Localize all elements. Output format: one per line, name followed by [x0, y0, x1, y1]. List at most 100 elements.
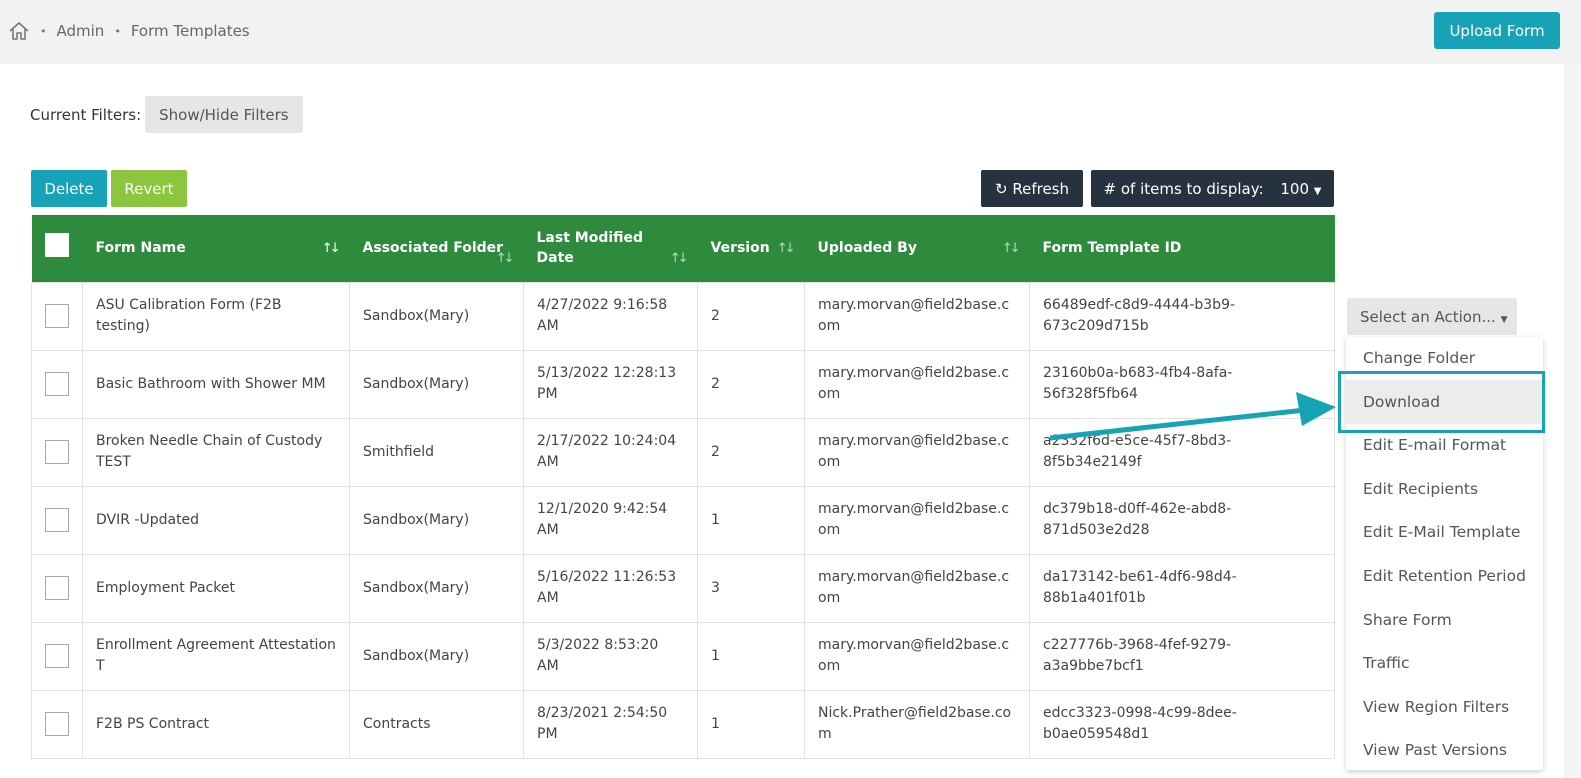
row-select-cell — [31, 553, 83, 623]
cell-date: 5/3/2022 8:53:20 AM — [523, 621, 698, 691]
cell-name: Basic Bathroom with Shower MM — [82, 349, 350, 419]
column-header-uploaded-by[interactable]: Uploaded By ↑↓ — [805, 215, 1030, 282]
table-row[interactable]: F2B PS Contract Contracts 8/23/2021 2:54:5… — [31, 689, 1335, 759]
breadcrumb-admin[interactable]: Admin — [57, 22, 105, 40]
column-label: Form Name — [95, 240, 186, 257]
home-icon[interactable] — [8, 20, 30, 42]
upload-form-button[interactable]: Upload Form — [1434, 12, 1560, 49]
row-checkbox[interactable] — [45, 304, 69, 328]
cell-version: 2 — [697, 349, 805, 419]
menu-item-traffic[interactable]: Traffic — [1346, 641, 1543, 685]
caret-down-icon: ▼ — [1313, 185, 1322, 197]
select-all-cell — [32, 215, 83, 282]
sort-icon[interactable]: ↑↓ — [670, 249, 689, 269]
cell-date: 5/13/2022 12:28:13 PM — [523, 349, 698, 419]
row-checkbox[interactable] — [45, 576, 69, 600]
menu-item-view-region-filters[interactable]: View Region Filters — [1346, 685, 1543, 729]
row-checkbox[interactable] — [45, 440, 69, 464]
cell-id: dc379b18-d0ff-462e-abd8-871d503e2d28 — [1029, 485, 1335, 555]
pointer-arrow-icon — [1049, 392, 1336, 441]
column-label: Associated Folder — [362, 240, 504, 257]
cell-version: 1 — [697, 485, 805, 555]
column-label: Version — [710, 240, 770, 257]
breadcrumb-separator: • — [114, 24, 121, 38]
filters-bar: Current Filters: Show/Hide Filters — [30, 96, 303, 133]
cell-folder: Sandbox(Mary) — [349, 349, 524, 419]
items-to-display-dropdown[interactable]: # of items to display: 100 ▼ — [1091, 170, 1334, 207]
form-templates-table: Form Name ↑↓ Associated Folder ↑↓ Last Mod… — [31, 215, 1335, 759]
row-select-cell — [31, 349, 83, 419]
cell-folder: Smithfield — [349, 417, 524, 487]
cell-date: 2/17/2022 10:24:04 AM — [523, 417, 698, 487]
row-checkbox[interactable] — [45, 712, 69, 736]
menu-item-edit-retention-period[interactable]: Edit Retention Period — [1346, 554, 1543, 598]
cell-by: mary.morvan@field2base.c om — [804, 349, 1030, 419]
show-hide-filters-button[interactable]: Show/Hide Filters — [145, 96, 303, 133]
cell-version: 1 — [697, 689, 805, 759]
select-all-checkbox[interactable] — [44, 233, 69, 258]
sort-icon[interactable]: ↑↓ — [322, 239, 341, 259]
refresh-label: Refresh — [1012, 179, 1069, 198]
cell-by: mary.morvan@field2base.c om — [804, 417, 1030, 487]
row-checkbox[interactable] — [45, 508, 69, 532]
row-select-cell — [31, 621, 83, 691]
column-header-form-template-id[interactable]: Form Template ID — [1030, 215, 1335, 282]
cell-id: edcc3323-0998-4c99-8dee-b0ae059548d1 — [1029, 689, 1335, 759]
refresh-button[interactable]: ↻ Refresh — [981, 170, 1083, 207]
table-row[interactable]: DVIR -Updated Sandbox(Mary) 12/1/2020 9:42… — [31, 485, 1335, 555]
sort-icon[interactable]: ↑↓ — [496, 249, 515, 269]
scrollbar[interactable] — [1564, 64, 1581, 778]
row-select-cell — [31, 281, 83, 351]
cell-by: mary.morvan@field2base.c om — [804, 553, 1030, 623]
cell-name: Broken Needle Chain of Custody TEST — [82, 417, 350, 487]
cell-name: Employment Packet — [82, 553, 350, 623]
menu-item-edit-recipients[interactable]: Edit Recipients — [1346, 467, 1543, 511]
breadcrumb-separator: • — [40, 24, 47, 38]
cell-folder: Sandbox(Mary) — [349, 621, 524, 691]
cell-name: DVIR -Updated — [82, 485, 350, 555]
items-label: # of items to display: — [1103, 179, 1264, 198]
cell-folder: Contracts — [349, 689, 524, 759]
column-header-last-modified-date[interactable]: Last Modified Date ↑↓ — [524, 215, 698, 282]
row-select-cell — [31, 417, 83, 487]
sort-icon[interactable]: ↑↓ — [1002, 239, 1021, 259]
refresh-icon: ↻ — [994, 179, 1008, 198]
column-header-associated-folder[interactable]: Associated Folder ↑↓ — [350, 215, 524, 282]
column-label: Uploaded By — [817, 240, 917, 257]
table-row[interactable]: Employment Packet Sandbox(Mary) 5/16/2022 … — [31, 553, 1335, 623]
cell-name: ASU Calibration Form (F2B testing) — [82, 281, 350, 351]
cell-by: Nick.Prather@field2base.co m — [804, 689, 1030, 759]
column-header-version[interactable]: Version ↑↓ — [698, 215, 805, 282]
top-bar: • Admin • Form Templates Upload Form — [0, 0, 1581, 64]
menu-item-edit-e-mail-template[interactable]: Edit E-Mail Template — [1346, 510, 1543, 554]
items-value: 100 — [1280, 179, 1310, 198]
menu-item-share-form[interactable]: Share Form — [1346, 598, 1543, 642]
cell-id: c227776b-3968-4fef-9279-a3a9bbe7bcf1 — [1029, 621, 1335, 691]
select-action-label: Select an Action... — [1360, 307, 1496, 326]
row-select-cell — [31, 485, 83, 555]
table-row[interactable]: Enrollment Agreement Attestation T Sandbo… — [31, 621, 1335, 691]
sort-icon[interactable]: ↑↓ — [777, 239, 796, 259]
cell-name: Enrollment Agreement Attestation T — [82, 621, 350, 691]
cell-name: F2B PS Contract — [82, 689, 350, 759]
cell-folder: Sandbox(Mary) — [349, 553, 524, 623]
row-checkbox[interactable] — [45, 372, 69, 396]
row-checkbox[interactable] — [45, 644, 69, 668]
cell-id: 66489edf-c8d9-4444-b3b9-673c209d715b — [1029, 281, 1335, 351]
cell-date: 5/16/2022 11:26:53 AM — [523, 553, 698, 623]
table-header-row: Form Name ↑↓ Associated Folder ↑↓ Last Mod… — [31, 215, 1335, 282]
table-row[interactable]: ASU Calibration Form (F2B testing) Sandbo… — [31, 281, 1335, 351]
table-body: ASU Calibration Form (F2B testing) Sandbo… — [31, 281, 1335, 759]
revert-button[interactable]: Revert — [111, 170, 187, 207]
select-action-dropdown[interactable]: Select an Action... ▼ — [1347, 298, 1517, 335]
caret-down-icon: ▼ — [1500, 314, 1508, 325]
column-header-form-name[interactable]: Form Name ↑↓ — [83, 215, 350, 282]
menu-item-view-past-versions[interactable]: View Past Versions — [1346, 728, 1543, 772]
cell-version: 2 — [697, 281, 805, 351]
cell-folder: Sandbox(Mary) — [349, 281, 524, 351]
cell-folder: Sandbox(Mary) — [349, 485, 524, 555]
cell-version: 3 — [697, 553, 805, 623]
row-select-cell — [31, 689, 83, 759]
delete-button[interactable]: Delete — [31, 170, 107, 207]
cell-date: 4/27/2022 9:16:58 AM — [523, 281, 698, 351]
